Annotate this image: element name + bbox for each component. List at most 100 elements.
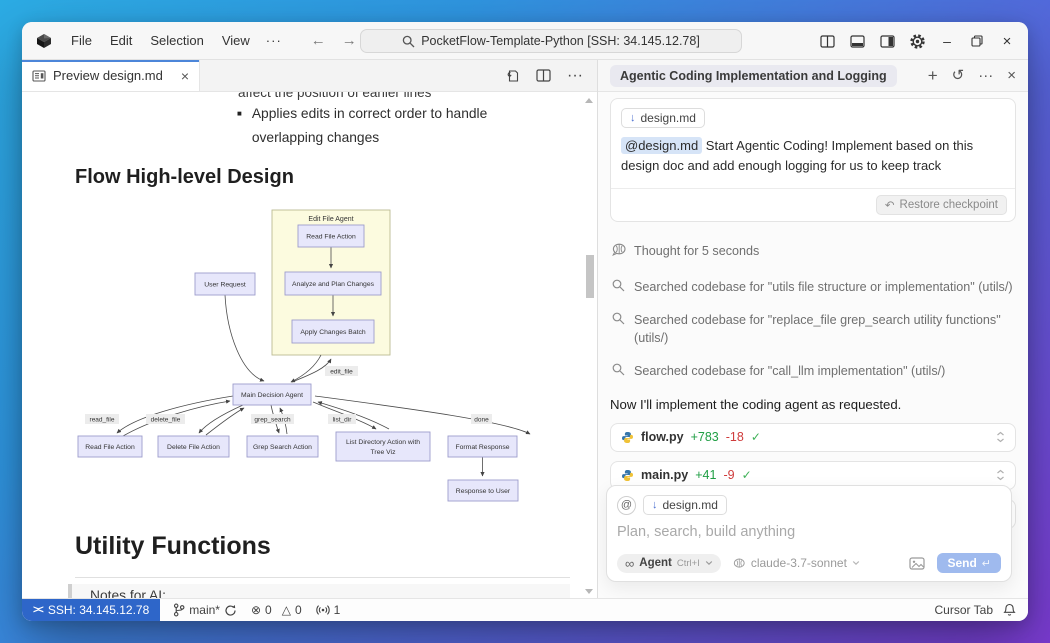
editor-tabbar: Preview design.md × ··· (22, 60, 597, 92)
flow-diagram: Edit File Agent (75, 205, 595, 505)
layout-split-editor-icon[interactable] (812, 22, 842, 60)
app-window: File Edit Selection View ··· ← → PocketF… (22, 22, 1028, 621)
svg-text:Apply Changes Batch: Apply Changes Batch (300, 329, 366, 336)
attach-image-icon[interactable] (909, 557, 925, 570)
tab-label: Preview design.md (53, 68, 163, 83)
svg-text:Analyze and Plan Changes: Analyze and Plan Changes (292, 281, 375, 288)
context-file-chip[interactable]: ↓ design.md (643, 495, 727, 515)
user-message-card: ↓ design.md @design.md Start Agentic Cod… (610, 98, 1016, 222)
thought-row[interactable]: Thought for 5 seconds (610, 242, 1016, 260)
editor-more-actions-icon[interactable]: ··· (567, 67, 583, 85)
svg-text:Grep Search Action: Grep Search Action (253, 444, 312, 451)
search-row[interactable]: Searched codebase for "utils file struct… (610, 278, 1016, 296)
brain-icon (733, 558, 746, 569)
svg-text:Delete File Action: Delete File Action (167, 444, 220, 451)
search-row[interactable]: Searched codebase for "call_llm implemen… (610, 362, 1016, 380)
menu-edit[interactable]: Edit (101, 29, 141, 52)
heading-utility-functions: Utility Functions (75, 532, 271, 561)
list-item: ■ Applies edits in correct order to hand… (237, 102, 497, 150)
main-area: Preview design.md × ··· (22, 60, 1028, 598)
chat-more-icon[interactable]: ··· (978, 68, 993, 83)
svg-text:Read File Action: Read File Action (306, 234, 356, 241)
chevron-down-icon (852, 560, 860, 566)
svg-text:delete_file: delete_file (151, 417, 181, 424)
chat-composer: @ ↓ design.md Plan, search, build anythi… (606, 485, 1012, 582)
send-button[interactable]: Send ↵ (937, 553, 1001, 573)
history-icon[interactable]: ↺ (952, 68, 965, 83)
tab-preview-design-md[interactable]: Preview design.md × (22, 60, 200, 91)
clipped-text-line: affect the position of earlier lines (238, 92, 431, 100)
svg-text:Response to User: Response to User (456, 488, 511, 495)
menu-file[interactable]: File (62, 29, 101, 52)
enter-icon: ↵ (982, 557, 991, 570)
search-row[interactable]: Searched codebase for "replace_file grep… (610, 311, 1002, 348)
settings-gear-icon[interactable] (902, 22, 932, 60)
chat-tab-title[interactable]: Agentic Coding Implementation and Loggin… (610, 65, 897, 87)
svg-text:List Directory Action with: List Directory Action with (346, 439, 420, 446)
chevron-down-icon (705, 560, 713, 566)
model-selector[interactable]: claude-3.7-sonnet (733, 556, 860, 570)
svg-text:Tree Viz: Tree Viz (371, 449, 397, 456)
titlebar: File Edit Selection View ··· ← → PocketF… (22, 22, 1028, 60)
scroll-up-icon[interactable] (585, 98, 593, 103)
sync-icon (224, 604, 237, 617)
chat-body: ↓ design.md @design.md Start Agentic Cod… (598, 92, 1028, 598)
svg-text:User Request: User Request (204, 282, 246, 289)
mode-selector[interactable]: ∞ Agent Ctrl+I (617, 554, 721, 573)
restore-checkpoint-button[interactable]: ↶ Restore checkpoint (876, 195, 1007, 215)
add-context-button[interactable]: @ (617, 496, 636, 515)
window-restore-button[interactable] (962, 22, 992, 60)
window-close-button[interactable]: × (992, 22, 1022, 60)
problems-indicator[interactable]: ⊗ 0 △ 0 (244, 599, 309, 621)
expand-chevron-icon[interactable] (996, 469, 1005, 481)
svg-text:edit_file: edit_file (330, 369, 353, 376)
markdown-preview-pane: affect the position of earlier lines ■ A… (22, 92, 597, 598)
scroll-down-icon[interactable] (585, 589, 593, 594)
layout-secondary-sidebar-icon[interactable] (872, 22, 902, 60)
error-icon: ⊗ (251, 603, 261, 617)
success-check-icon: ✓ (751, 430, 761, 444)
expand-chevron-icon[interactable] (996, 431, 1005, 443)
chat-close-icon[interactable]: × (1007, 68, 1016, 83)
user-message-text: @design.md Start Agentic Coding! Impleme… (611, 128, 1015, 188)
search-icon (612, 312, 625, 325)
file-mention[interactable]: @design.md (621, 137, 702, 154)
tab-close-icon[interactable]: × (181, 68, 189, 84)
scrollbar-thumb[interactable] (586, 255, 594, 298)
remote-ssh-indicator[interactable]: >< SSH: 34.145.12.78 (22, 599, 160, 621)
blockquote-notes: Notes for AI: (68, 584, 570, 598)
edited-file-card-flow[interactable]: flow.py +783 -18 ✓ (610, 423, 1016, 452)
cursor-tab-status[interactable]: Cursor Tab (935, 603, 993, 617)
menu-more-icon[interactable]: ··· (259, 29, 289, 52)
editor-panel: Preview design.md × ··· (22, 60, 597, 598)
open-changes-icon[interactable] (505, 68, 520, 83)
window-minimize-button[interactable]: – (932, 22, 962, 60)
ports-indicator[interactable]: 1 (309, 599, 348, 621)
chat-panel: Agentic Coding Implementation and Loggin… (597, 60, 1028, 598)
nav-back-icon[interactable]: ← (311, 32, 326, 49)
search-icon (612, 279, 625, 292)
search-icon (402, 35, 415, 48)
menu-view[interactable]: View (213, 29, 259, 52)
undo-icon: ↶ (885, 198, 895, 212)
python-file-icon (621, 431, 634, 444)
statusbar: >< SSH: 34.145.12.78 main* ⊗ 0 △ 0 (22, 598, 1028, 621)
new-chat-icon[interactable]: + (928, 67, 938, 84)
bullet-icon: ■ (237, 102, 242, 150)
nav-forward-icon[interactable]: → (342, 32, 357, 49)
layout-panel-icon[interactable] (842, 22, 872, 60)
svg-text:Main Decision Agent: Main Decision Agent (241, 392, 303, 399)
broadcast-icon (316, 604, 330, 616)
command-search-input[interactable]: PocketFlow-Template-Python [SSH: 34.145.… (360, 29, 742, 53)
svg-text:read_file: read_file (90, 417, 115, 424)
attached-file-chip[interactable]: ↓ design.md (621, 108, 705, 128)
git-branch-indicator[interactable]: main* (166, 599, 244, 621)
split-editor-icon[interactable] (536, 69, 551, 82)
chat-input[interactable]: Plan, search, build anything (617, 524, 1001, 540)
remote-icon: >< (33, 604, 42, 616)
svg-text:Edit File Agent: Edit File Agent (308, 216, 353, 223)
bell-icon[interactable] (1003, 603, 1016, 617)
menu-selection[interactable]: Selection (141, 29, 212, 52)
chat-header: Agentic Coding Implementation and Loggin… (598, 60, 1028, 92)
markdown-preview-icon (32, 70, 46, 82)
